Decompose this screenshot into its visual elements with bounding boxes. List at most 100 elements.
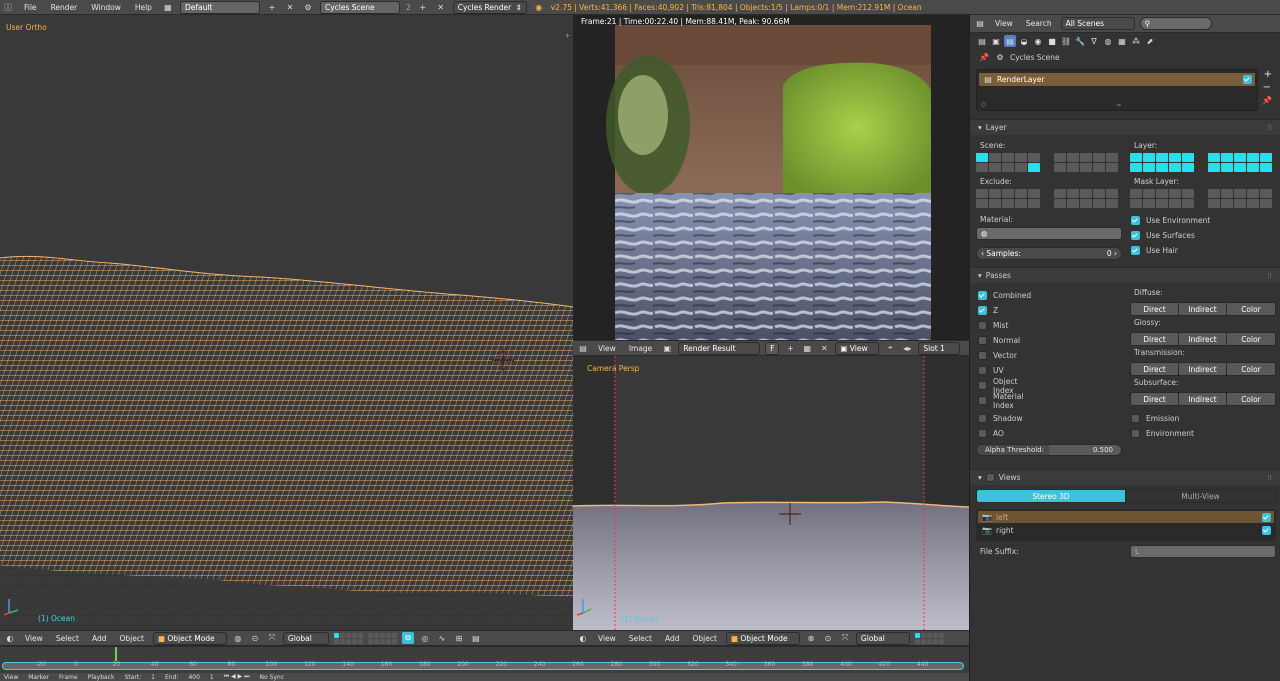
views-list[interactable]: 📷 left 📷 right	[976, 509, 1276, 541]
pin-icon[interactable]: 📌	[978, 51, 990, 63]
menu-render[interactable]: Render	[47, 3, 82, 12]
pass-toggle[interactable]: Vector	[978, 348, 1017, 363]
resize-grip-icon[interactable]: ═	[1117, 102, 1121, 109]
render-engine-select[interactable]: Cycles Render ⇕	[452, 0, 527, 14]
timeline-scrollbar[interactable]	[2, 662, 964, 670]
timeline-menu-marker[interactable]: Marker	[28, 674, 49, 681]
drag-handle-icon[interactable]: ⁞⁞	[1267, 123, 1272, 132]
pass-checkbox[interactable]	[978, 306, 987, 315]
editor-type-icon[interactable]: ◐	[4, 632, 16, 644]
layout-select[interactable]: Default	[179, 0, 260, 14]
tab-multi-view[interactable]: Multi-View	[1126, 490, 1275, 502]
passes-panel-header[interactable]: ▾ Passes ⁞⁞	[970, 267, 1280, 283]
snap-icon[interactable]: ∿	[436, 632, 448, 644]
viewport-user-ortho[interactable]: User Ortho (1) Ocean +	[0, 15, 573, 630]
menu-select[interactable]: Select	[52, 634, 83, 643]
viewport-camera-persp[interactable]: Camera Persp (1) Ocean	[573, 356, 969, 630]
scope-select[interactable]: All Scenes	[1060, 17, 1135, 30]
pass-checkbox[interactable]	[978, 336, 987, 345]
play-controls-icon[interactable]: ⏮ ◀ ▶ ⏭	[224, 673, 250, 681]
current-frame-indicator[interactable]	[114, 647, 117, 661]
menu-add[interactable]: Add	[661, 634, 684, 643]
layer-buttons[interactable]	[914, 632, 944, 644]
view-right-checkbox[interactable]	[1262, 525, 1271, 535]
pass-direct-button[interactable]: Direct	[1131, 333, 1179, 345]
pass-checkbox[interactable]	[978, 381, 987, 390]
pass-toggle[interactable]: Mist	[978, 318, 1008, 333]
arrows-icon[interactable]: ◂▸	[901, 342, 913, 354]
samples-field[interactable]: ‹ Samples: 0 ›	[976, 247, 1122, 260]
new-image-icon[interactable]: +	[784, 342, 796, 354]
emission-checkbox[interactable]	[1131, 414, 1140, 423]
pass-color-button[interactable]: Color	[1227, 333, 1275, 345]
pass-checkbox[interactable]	[978, 291, 987, 300]
pass-checkbox[interactable]	[978, 321, 987, 330]
physics-tab-icon[interactable]: ⬈	[1144, 35, 1156, 47]
editor-menu-icon[interactable]: ▤	[976, 35, 988, 47]
layer-layers-b[interactable]	[1208, 153, 1272, 172]
render-opengl-icon[interactable]: ▤	[470, 632, 482, 644]
ao-toggle[interactable]: AO	[978, 426, 1004, 441]
timeline[interactable]: -20 0 20 40 60 80 100 120 140 160 180 200 220 240 260 2…	[0, 646, 969, 673]
menu-add[interactable]: Add	[88, 634, 111, 643]
view-mode-select[interactable]: ▣ View	[835, 341, 880, 355]
exclude-layers-a[interactable]	[976, 189, 1040, 208]
render-layers-tab-icon[interactable]: ▤	[1004, 35, 1016, 47]
add-layer-icon[interactable]: +	[1264, 69, 1272, 80]
pass-direct-button[interactable]: Direct	[1131, 303, 1179, 315]
render-result-view[interactable]: Frame:21 | Time:00:22.40 | Mem:88.41M, P…	[573, 15, 969, 340]
layer-buttons[interactable]	[333, 632, 363, 644]
pivot-icon[interactable]: ⌖	[884, 342, 896, 354]
pass-checkbox[interactable]	[978, 366, 987, 375]
pass-checkbox[interactable]	[978, 396, 987, 405]
texture-tab-icon[interactable]: ▦	[1116, 35, 1128, 47]
pass-direct-button[interactable]: Direct	[1131, 363, 1179, 375]
pass-toggle[interactable]: Material Index	[978, 392, 1023, 410]
add-scene-icon[interactable]: +	[417, 1, 429, 13]
layer-buttons-2[interactable]	[367, 632, 397, 644]
scene-tab-icon[interactable]: ◒	[1018, 35, 1030, 47]
environment-checkbox[interactable]	[1131, 429, 1140, 438]
view-left-checkbox[interactable]	[1262, 512, 1271, 522]
file-suffix-field[interactable]: L	[1130, 545, 1276, 558]
menu-view[interactable]: View	[991, 19, 1017, 28]
drag-handle-icon[interactable]: ⁞⁞	[1267, 271, 1272, 280]
remove-layer-icon[interactable]: −	[1263, 82, 1271, 93]
pin-layer-icon[interactable]: 📌	[1262, 96, 1272, 105]
scene-select[interactable]: Cycles Scene	[319, 0, 400, 14]
unlink-image-icon[interactable]: ✕	[818, 342, 830, 354]
menu-view[interactable]: View	[594, 344, 620, 353]
menu-window[interactable]: Window	[87, 3, 125, 12]
image-name-field[interactable]: Render Result	[678, 341, 761, 355]
ao-checkbox[interactable]	[978, 429, 987, 438]
shading-icon[interactable]: ⊗	[805, 632, 817, 644]
menu-select[interactable]: Select	[625, 634, 656, 643]
menu-object[interactable]: Object	[115, 634, 147, 643]
pass-checkbox[interactable]	[978, 351, 987, 360]
pass-color-button[interactable]: Color	[1227, 363, 1275, 375]
search-input[interactable]: ⚲	[1139, 17, 1212, 30]
use-hair-toggle[interactable]: Use Hair	[1131, 243, 1178, 258]
slot-select[interactable]: Slot 1	[918, 341, 961, 355]
fake-user-button[interactable]: F	[765, 341, 780, 355]
modifiers-tab-icon[interactable]: 🔧	[1074, 35, 1086, 47]
timeline-menu-frame[interactable]: Frame	[59, 674, 78, 681]
pass-direct-button[interactable]: Direct	[1131, 393, 1179, 405]
image-browse-icon[interactable]: ▣	[661, 342, 673, 354]
pass-indirect-button[interactable]: Indirect	[1179, 303, 1227, 315]
constraints-tab-icon[interactable]: ⛓	[1060, 35, 1072, 47]
pass-color-button[interactable]: Color	[1227, 393, 1275, 405]
world-tab-icon[interactable]: ◉	[1032, 35, 1044, 47]
menu-search[interactable]: Search	[1022, 19, 1056, 28]
views-panel-header[interactable]: ▾ Views ⁞⁞	[970, 469, 1280, 485]
use-surfaces-checkbox[interactable]	[1131, 231, 1140, 240]
start-value[interactable]: 1	[151, 674, 155, 681]
pivot-icon[interactable]: ⊙	[249, 632, 261, 644]
editor-type-icon[interactable]: ▤	[577, 342, 589, 354]
emission-toggle[interactable]: Emission	[1131, 411, 1179, 426]
layout-grid-icon[interactable]: ▦	[162, 1, 174, 13]
menu-view[interactable]: View	[594, 634, 620, 643]
use-environment-toggle[interactable]: Use Environment	[1131, 213, 1210, 228]
tab-stereo-3d[interactable]: Stereo 3D	[977, 490, 1126, 502]
layer-layers-a[interactable]	[1130, 153, 1194, 172]
